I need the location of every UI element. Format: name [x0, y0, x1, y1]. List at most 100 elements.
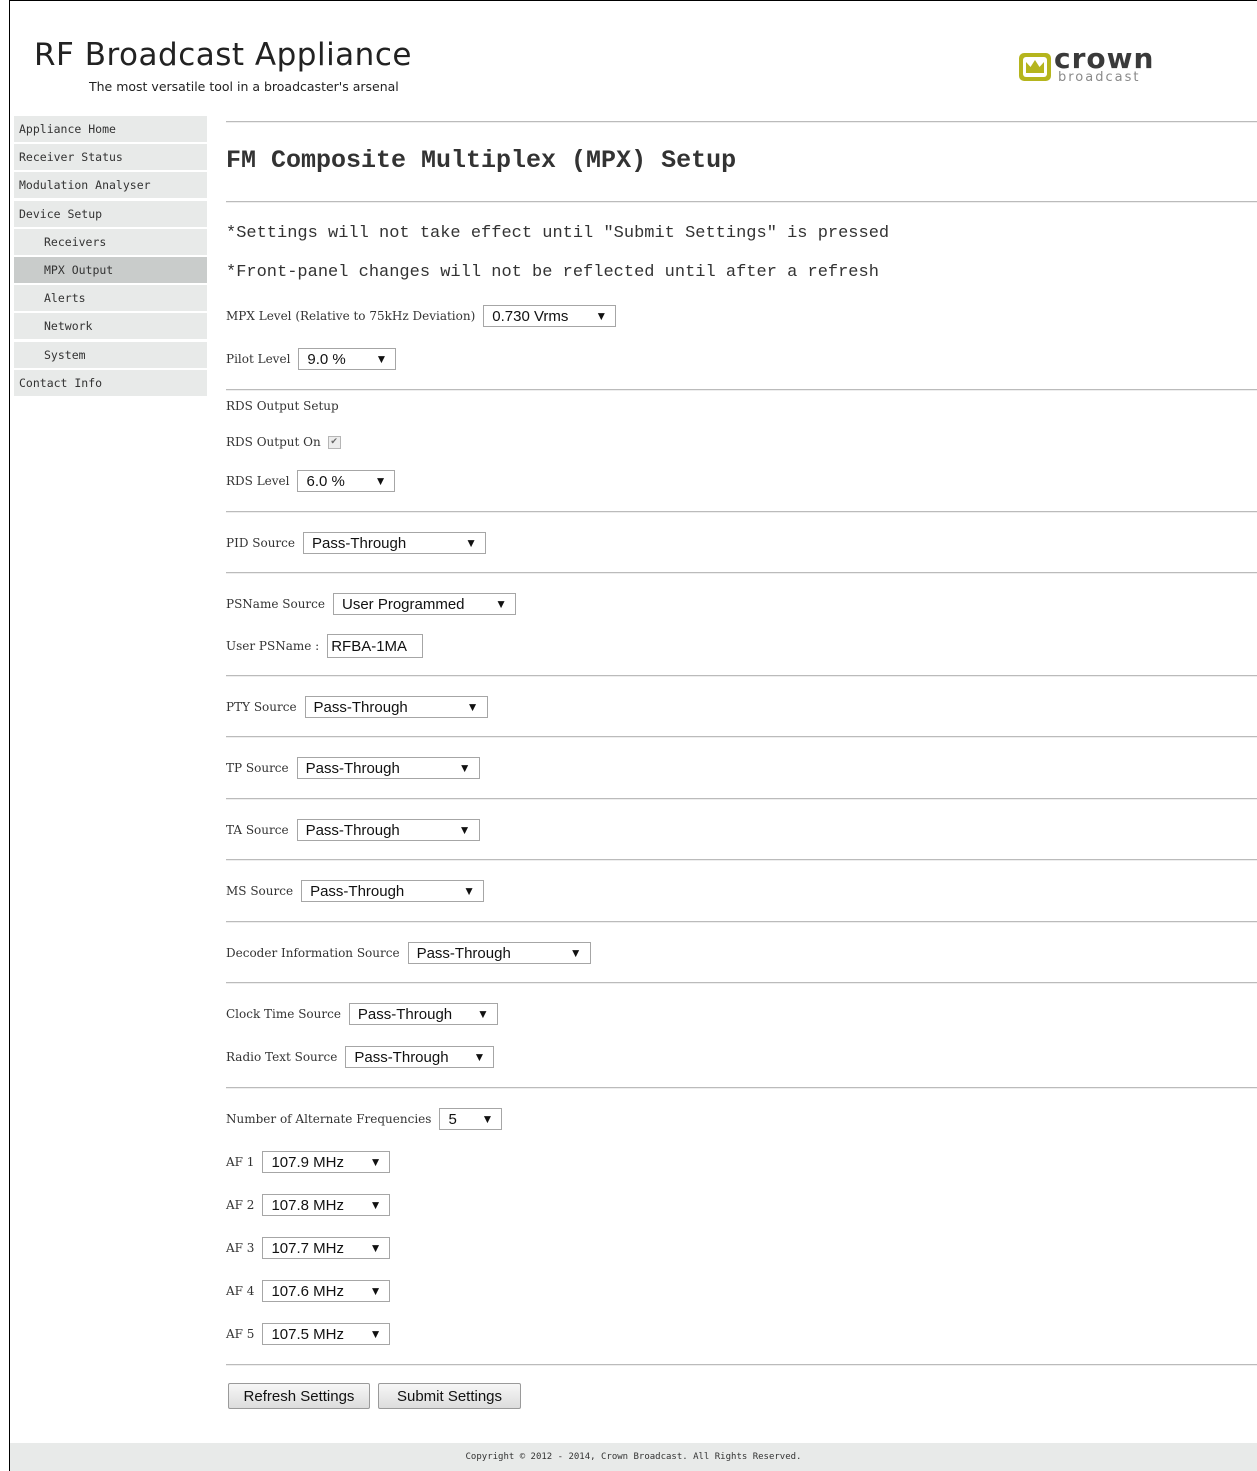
rds-level-value: 6.0 %	[306, 472, 345, 490]
af-label: AF 4	[226, 1284, 255, 1298]
psname-source-row: PSName Source User Programmed ▼	[226, 592, 516, 616]
pty-source-value: Pass-Through	[313, 698, 408, 716]
num-af-row: Number of Alternate Frequencies 5 ▼	[226, 1107, 503, 1131]
af-label: AF 2	[226, 1198, 255, 1212]
af-row: AF 1 107.9 MHz ▼	[226, 1150, 391, 1174]
window-border-left	[9, 0, 10, 1471]
clock-source-label: Clock Time Source	[226, 1007, 341, 1021]
pty-source-select[interactable]: Pass-Through ▼	[304, 696, 488, 718]
sidebar-item-contact-info[interactable]: Contact Info	[14, 369, 207, 396]
clock-source-row: Clock Time Source Pass-Through ▼	[226, 1002, 498, 1026]
chevron-down-icon: ▼	[374, 474, 387, 488]
mpx-level-select[interactable]: 0.730 Vrms ▼	[483, 305, 617, 327]
chevron-down-icon: ▼	[369, 1155, 382, 1169]
chevron-down-icon: ▼	[477, 1007, 489, 1021]
refresh-settings-button[interactable]: Refresh Settings	[228, 1383, 370, 1409]
af-1-select[interactable]: 107.9 MHz ▼	[262, 1151, 391, 1173]
chevron-down-icon: ▼	[569, 946, 582, 960]
divider	[226, 736, 1257, 738]
chevron-down-icon: ▼	[465, 536, 477, 550]
chevron-down-icon: ▼	[458, 823, 471, 837]
chevron-down-icon: ▼	[466, 700, 479, 714]
ms-source-label: MS Source	[226, 884, 294, 898]
tp-source-value: Pass-Through	[305, 759, 400, 777]
clock-source-value: Pass-Through	[357, 1005, 453, 1023]
ms-source-select[interactable]: Pass-Through ▼	[301, 880, 485, 902]
ta-source-select[interactable]: Pass-Through ▼	[296, 819, 480, 841]
sidebar-item-appliance-home[interactable]: Appliance Home	[14, 116, 207, 142]
radiotext-source-value: Pass-Through	[354, 1048, 449, 1066]
divider	[226, 675, 1257, 677]
pty-source-row: PTY Source Pass-Through ▼	[226, 695, 488, 719]
chevron-down-icon: ▼	[369, 1327, 382, 1341]
divider	[226, 859, 1257, 861]
settings-notice: *Settings will not take effect until "Su…	[226, 224, 890, 243]
af-value: 107.9 MHz	[271, 1153, 344, 1171]
chevron-down-icon: ▼	[495, 597, 507, 611]
pilot-level-value: 9.0 %	[307, 350, 346, 368]
sidebar-item-mpx-output[interactable]: MPX Output	[14, 256, 207, 283]
sidebar-item-system[interactable]: System	[14, 341, 207, 368]
pid-source-select[interactable]: Pass-Through ▼	[302, 532, 486, 554]
app-tagline: The most versatile tool in a broadcaster…	[89, 79, 399, 94]
user-psname-input[interactable]: RFBA-1MA	[327, 634, 424, 658]
af-5-select[interactable]: 107.5 MHz ▼	[262, 1323, 391, 1345]
divider	[226, 1087, 1257, 1089]
app-title: RF Broadcast Appliance	[34, 37, 412, 73]
footer-copyright: Copyright © 2012 - 2014, Crown Broadcast…	[10, 1443, 1257, 1471]
rds-output-on-checkbox[interactable]: ✔	[327, 435, 341, 449]
af-value: 107.6 MHz	[271, 1282, 344, 1300]
divider	[226, 121, 1257, 123]
mpx-level-row: MPX Level (Relative to 75kHz Deviation) …	[226, 304, 617, 328]
pid-source-value: Pass-Through	[311, 534, 407, 552]
chevron-down-icon: ▼	[369, 1284, 382, 1298]
ta-source-value: Pass-Through	[305, 821, 400, 839]
submit-settings-button[interactable]: Submit Settings	[378, 1383, 521, 1409]
num-af-value: 5	[448, 1110, 457, 1128]
af-2-select[interactable]: 107.8 MHz ▼	[262, 1194, 391, 1216]
divider	[226, 511, 1257, 513]
divider	[226, 798, 1257, 800]
crown-icon	[1019, 53, 1051, 81]
af-value: 107.7 MHz	[271, 1239, 344, 1257]
af-row: AF 4 107.6 MHz ▼	[226, 1279, 391, 1303]
user-psname-label: User PSName :	[226, 639, 320, 653]
pilot-level-select[interactable]: 9.0 % ▼	[298, 348, 397, 370]
af-4-select[interactable]: 107.6 MHz ▼	[262, 1280, 391, 1302]
chevron-down-icon: ▼	[595, 309, 608, 323]
ta-source-label: TA Source	[226, 823, 289, 837]
num-af-select[interactable]: 5 ▼	[439, 1108, 503, 1130]
divider	[226, 389, 1257, 391]
psname-source-label: PSName Source	[226, 597, 325, 611]
sidebar-item-network[interactable]: Network	[14, 313, 207, 340]
af-row: AF 2 107.8 MHz ▼	[226, 1193, 391, 1217]
chevron-down-icon: ▼	[458, 761, 471, 775]
mpx-level-value: 0.730 Vrms	[492, 307, 569, 325]
sidebar-item-receivers[interactable]: Receivers	[14, 228, 207, 255]
rds-level-row: RDS Level 6.0 % ▼	[226, 469, 396, 493]
radiotext-source-select[interactable]: Pass-Through ▼	[345, 1046, 495, 1068]
pid-source-row: PID Source Pass-Through ▼	[226, 531, 486, 555]
psname-source-select[interactable]: User Programmed ▼	[332, 593, 516, 615]
decoder-source-value: Pass-Through	[416, 944, 511, 962]
pilot-level-label: Pilot Level	[226, 352, 291, 366]
decoder-source-select[interactable]: Pass-Through ▼	[407, 942, 591, 964]
sidebar-item-alerts[interactable]: Alerts	[14, 285, 207, 312]
rds-output-on-row: RDS Output On ✔	[226, 430, 341, 454]
divider	[226, 982, 1257, 984]
af-3-select[interactable]: 107.7 MHz ▼	[262, 1237, 391, 1259]
rds-heading-row: RDS Output Setup	[226, 394, 347, 418]
sidebar-item-modulation-analyser[interactable]: Modulation Analyser	[14, 172, 207, 199]
rds-level-select[interactable]: 6.0 % ▼	[297, 470, 396, 492]
sidebar-item-receiver-status[interactable]: Receiver Status	[14, 144, 207, 171]
sidebar-item-device-setup[interactable]: Device Setup	[14, 200, 207, 227]
tp-source-select[interactable]: Pass-Through ▼	[296, 757, 480, 779]
num-af-label: Number of Alternate Frequencies	[226, 1112, 432, 1126]
clock-source-select[interactable]: Pass-Through ▼	[348, 1003, 498, 1025]
chevron-down-icon: ▼	[375, 352, 388, 366]
logo-subtitle: broadcast	[1058, 70, 1141, 85]
radiotext-source-label: Radio Text Source	[226, 1050, 338, 1064]
radiotext-source-row: Radio Text Source Pass-Through ▼	[226, 1045, 495, 1069]
af-value: 107.8 MHz	[271, 1196, 344, 1214]
decoder-source-row: Decoder Information Source Pass-Through …	[226, 941, 591, 965]
